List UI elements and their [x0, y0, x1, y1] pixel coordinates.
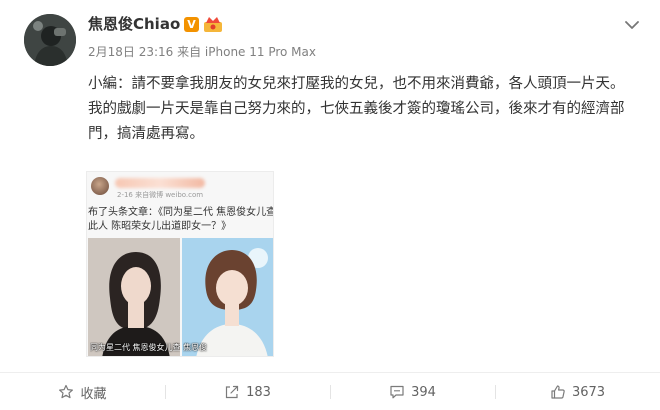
portrait-photo-left: 同为星二代 焦恩俊女儿查无此人 陈昭荣女儿出道即女一？: [88, 238, 180, 356]
like-button[interactable]: 3673: [495, 373, 660, 410]
repost-button[interactable]: 183: [165, 373, 330, 410]
username[interactable]: 焦恩俊Chiao: [88, 14, 180, 34]
favorite-label: 收藏: [80, 386, 107, 402]
thumbs-up-icon: [551, 385, 565, 399]
shared-card-title-line: 此人 陈昭荣女儿出道即女一？》: [88, 221, 232, 232]
favorite-button[interactable]: 收藏: [0, 373, 165, 410]
comment-count: 394: [411, 384, 436, 400]
crown-badge-icon: [203, 15, 223, 33]
chevron-down-icon[interactable]: [624, 16, 640, 29]
shared-card-title-line: 布了头条文章：《同为星二代 焦恩俊女儿查: [88, 207, 274, 218]
caption-right: 焦恩俊: [183, 343, 207, 352]
post-meta[interactable]: 2月18日 23:16 来自 iPhone 11 Pro Max: [88, 44, 316, 60]
verified-badge-icon: V: [184, 17, 199, 32]
post-text: 小編：請不要拿我朋友的女兒來打壓我的女兒，也不用來消費爺，各人頭頂一片天。 我的…: [88, 72, 648, 147]
portrait-photo-right: 焦恩俊: [182, 238, 273, 356]
blurred-username: [115, 178, 205, 188]
shared-card-title: 布了头条文章：《同为星二代 焦恩俊女儿查 此人 陈昭荣女儿出道即女一？》: [88, 206, 274, 234]
shared-card-images: 同为星二代 焦恩俊女儿查无此人 陈昭荣女儿出道即女一？ 焦恩俊: [88, 238, 273, 356]
like-count: 3673: [571, 384, 606, 400]
share-arrow-icon: [225, 385, 239, 399]
avatar[interactable]: [24, 14, 76, 66]
shared-card-avatar: [91, 177, 109, 195]
caption-left: 同为星二代 焦恩俊女儿查无此人 陈昭荣女儿出道即女一？: [90, 343, 180, 352]
post-actions-bar: 收藏 183 394 3673: [0, 372, 660, 410]
repost-count: 183: [246, 384, 271, 400]
post-paragraph: 我的戲劇一片天是靠自己努力來的，七俠五義後才簽的瓊瑤公司，後來才有的經濟部門，搞…: [88, 101, 625, 142]
shared-card-meta: 2-16 来自微博 weibo.com: [117, 191, 204, 199]
shared-screenshot-image[interactable]: 2-16 来自微博 weibo.com 布了头条文章：《同为星二代 焦恩俊女儿查…: [86, 171, 274, 357]
post-paragraph: 小編：請不要拿我朋友的女兒來打壓我的女兒，也不用來消費爺，各人頭頂一片天。: [88, 76, 625, 92]
comment-button[interactable]: 394: [330, 373, 495, 410]
shared-card-header: 2-16 来自微博 weibo.com: [87, 172, 273, 202]
star-icon: [59, 384, 74, 399]
comment-icon: [390, 385, 404, 399]
